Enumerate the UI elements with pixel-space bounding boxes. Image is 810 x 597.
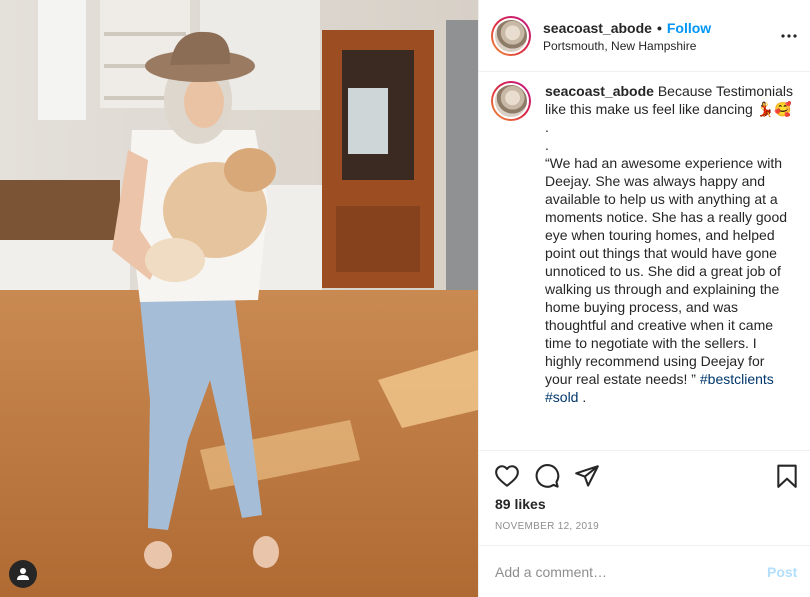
- post-comment-button[interactable]: Post: [767, 564, 797, 580]
- comment-icon[interactable]: [534, 463, 560, 489]
- action-bar: [479, 450, 810, 500]
- hashtag-link[interactable]: #sold: [545, 389, 578, 405]
- caption-text: Because Testimonials like this make us f…: [545, 83, 793, 387]
- kitchen-photo-illustration: [0, 0, 478, 597]
- comment-box: Post: [479, 545, 810, 597]
- heart-icon[interactable]: [494, 463, 520, 489]
- likes-count[interactable]: 89 likes: [495, 495, 546, 513]
- caption-end: .: [578, 389, 587, 405]
- post-side-panel: seacoast_abode • Follow Portsmouth, New …: [478, 0, 810, 597]
- caption-area: seacoast_abode Because Testimonials like…: [479, 72, 810, 450]
- comment-input[interactable]: [495, 563, 755, 581]
- location-link[interactable]: Portsmouth, New Hampshire: [543, 38, 711, 54]
- follow-button[interactable]: Follow: [667, 19, 711, 37]
- post-header: seacoast_abode • Follow Portsmouth, New …: [479, 0, 810, 72]
- caption-username[interactable]: seacoast_abode: [545, 83, 654, 99]
- caption: seacoast_abode Because Testimonials like…: [545, 82, 793, 406]
- avatar[interactable]: [491, 16, 531, 56]
- header-username[interactable]: seacoast_abode: [543, 19, 652, 37]
- caption-avatar[interactable]: [491, 81, 531, 121]
- hashtag-link[interactable]: #bestclients: [700, 371, 774, 387]
- bookmark-icon[interactable]: [774, 463, 800, 489]
- paper-plane-icon[interactable]: [574, 463, 600, 489]
- post-photo[interactable]: [0, 0, 478, 597]
- separator-dot: •: [656, 20, 662, 36]
- more-options-icon[interactable]: [777, 24, 801, 48]
- post-date[interactable]: NOVEMBER 12, 2019: [495, 521, 599, 533]
- user-tag-icon[interactable]: [9, 560, 37, 588]
